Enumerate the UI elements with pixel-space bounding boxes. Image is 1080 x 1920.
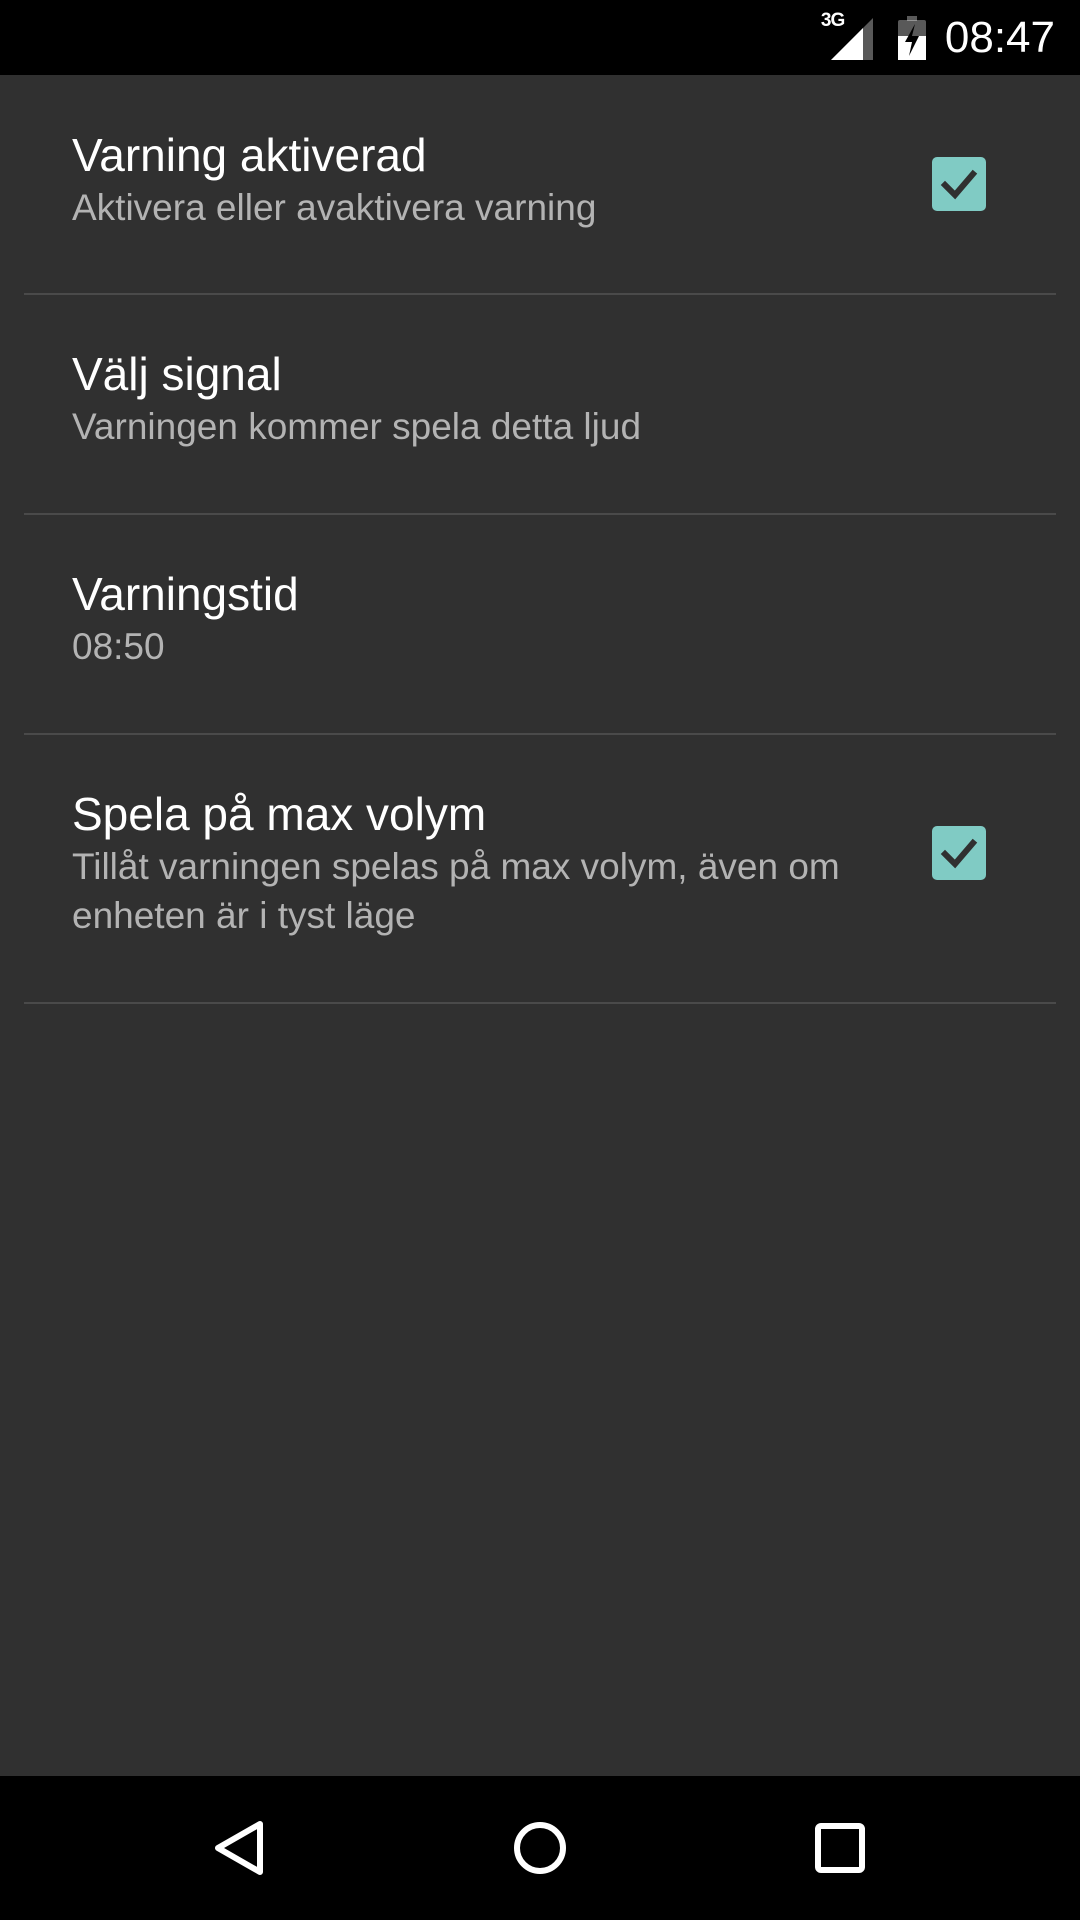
pref-title: Spela på max volym	[72, 788, 487, 840]
pref-title: Varningstid	[72, 568, 299, 620]
settings-list: Varning aktiverad Aktivera eller avaktiv…	[0, 75, 1080, 1004]
recents-button[interactable]	[760, 1776, 920, 1920]
max-volume-checkbox[interactable]	[932, 826, 986, 880]
back-button[interactable]	[160, 1776, 320, 1920]
navigation-bar	[0, 1776, 1080, 1920]
status-icons: 3G 08:47	[819, 0, 1080, 75]
battery-charging-icon	[897, 14, 927, 62]
checkmark-icon	[940, 838, 978, 869]
pref-summary: Aktivera eller avaktivera varning	[72, 187, 597, 228]
alert-enabled-checkbox[interactable]	[932, 157, 986, 211]
divider	[24, 1002, 1056, 1004]
signal-3g-icon: 3G	[819, 10, 875, 62]
pref-alert-enabled[interactable]: Varning aktiverad Aktivera eller avaktiv…	[0, 75, 1080, 294]
checkmark-icon	[940, 169, 978, 200]
pref-max-volume[interactable]: Spela på max volym Tillåt varningen spel…	[0, 734, 1080, 1003]
pref-alert-time[interactable]: Varningstid 08:50	[0, 514, 1080, 734]
divider	[24, 513, 1056, 515]
home-icon	[514, 1822, 566, 1874]
pref-title: Välj signal	[72, 348, 282, 400]
recents-icon	[815, 1823, 865, 1873]
back-icon	[215, 1821, 263, 1875]
status-bar: 3G 08:47	[0, 0, 1080, 75]
status-clock: 08:47	[944, 12, 1055, 62]
divider	[24, 733, 1056, 735]
pref-choose-signal[interactable]: Välj signal Varningen kommer spela detta…	[0, 294, 1080, 514]
pref-summary: Tillåt varningen spelas på max volym, äv…	[72, 846, 840, 936]
pref-summary: Varningen kommer spela detta ljud	[72, 406, 642, 447]
pref-summary: 08:50	[72, 626, 165, 667]
pref-title: Varning aktiverad	[72, 129, 427, 181]
divider	[24, 293, 1056, 295]
home-button[interactable]	[460, 1776, 620, 1920]
